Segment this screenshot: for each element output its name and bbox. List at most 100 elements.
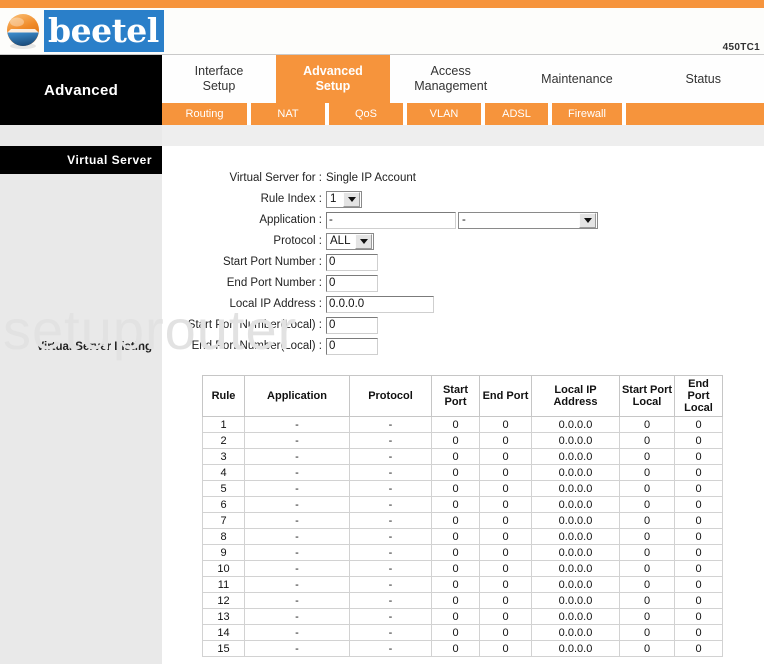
cell-start-port-local: 0 xyxy=(619,528,675,545)
table-header-row: Rule Application Protocol Start Port End… xyxy=(202,375,723,417)
cell-end-port-local: 0 xyxy=(674,624,723,641)
table-row: 10- -0 0 0.0.0.0 0 0 xyxy=(202,560,723,577)
tab-interface-setup[interactable]: Interface Setup xyxy=(162,55,276,103)
cell-local-ip: 0.0.0.0 xyxy=(531,464,620,481)
cell-start-port: 0 xyxy=(431,640,480,657)
end-port-local-input[interactable] xyxy=(326,337,378,355)
cell-rule: 13 xyxy=(202,608,245,625)
cell-start-port-local: 0 xyxy=(619,448,675,465)
cell-start-port-local: 0 xyxy=(619,560,675,577)
cell-rule: 8 xyxy=(202,528,245,545)
cell-protocol: - xyxy=(349,576,432,593)
column-header-application: Application xyxy=(244,375,350,417)
cell-rule: 15 xyxy=(202,640,245,657)
cell-end-port: 0 xyxy=(479,624,532,641)
cell-end-port-local: 0 xyxy=(674,608,723,625)
label-start-port-local: Start Port Number(Local) : xyxy=(187,319,322,331)
column-header-end-port-local: End Port Local xyxy=(674,375,723,417)
cell-local-ip: 0.0.0.0 xyxy=(531,640,620,657)
table-row: 7- -0 0 0.0.0.0 0 0 xyxy=(202,512,723,529)
protocol-value: ALL xyxy=(330,235,351,247)
cell-protocol: - xyxy=(349,432,432,449)
cell-local-ip: 0.0.0.0 xyxy=(531,416,620,433)
end-port-input[interactable] xyxy=(326,274,378,292)
tab-status[interactable]: Status xyxy=(642,55,764,103)
subtab-adsl[interactable]: ADSL xyxy=(485,103,548,125)
table-row: 1- -0 0 0.0.0.0 0 0 xyxy=(202,416,723,433)
cell-application: - xyxy=(244,416,350,433)
row-end-port: End Port Number : xyxy=(162,273,764,293)
cell-rule: 6 xyxy=(202,496,245,513)
cell-application: - xyxy=(244,464,350,481)
cell-protocol: - xyxy=(349,528,432,545)
virtual-server-form: Virtual Server for : Single IP Account R… xyxy=(162,146,764,356)
subtab-vlan[interactable]: VLAN xyxy=(407,103,481,125)
brand-name-text: beetel xyxy=(48,11,159,50)
main-navigation: Advanced Interface Setup Advanced Setup … xyxy=(0,55,764,125)
application-select[interactable]: - xyxy=(458,211,598,229)
tab-access-management-line1: Access xyxy=(430,64,471,78)
cell-application: - xyxy=(244,496,350,513)
cell-rule: 14 xyxy=(202,624,245,641)
cell-end-port: 0 xyxy=(479,592,532,609)
local-ip-input[interactable] xyxy=(326,295,434,313)
cell-protocol: - xyxy=(349,544,432,561)
cell-rule: 5 xyxy=(202,480,245,497)
virtual-server-listing-label: Virtual Server Listing xyxy=(36,341,152,353)
start-port-input[interactable] xyxy=(326,253,378,271)
chevron-down-icon xyxy=(579,212,596,228)
cell-protocol: - xyxy=(349,416,432,433)
subtab-qos[interactable]: QoS xyxy=(329,103,403,125)
cell-local-ip: 0.0.0.0 xyxy=(531,432,620,449)
tab-advanced-setup[interactable]: Advanced Setup xyxy=(275,55,390,103)
row-protocol: Protocol : ALL xyxy=(162,231,764,251)
subtab-nat[interactable]: NAT xyxy=(251,103,325,125)
row-local-ip: Local IP Address : xyxy=(162,294,764,314)
cell-protocol: - xyxy=(349,624,432,641)
cell-end-port: 0 xyxy=(479,560,532,577)
cell-start-port: 0 xyxy=(431,512,480,529)
cell-end-port: 0 xyxy=(479,528,532,545)
protocol-select[interactable]: ALL xyxy=(326,232,374,250)
brand-logo: beetel xyxy=(2,9,164,53)
table-row: 4- -0 0 0.0.0.0 0 0 xyxy=(202,464,723,481)
sidebar-panel: Virtual Server Virtual Server Listing xyxy=(0,146,162,664)
cell-application: - xyxy=(244,448,350,465)
tab-advanced-setup-line1: Advanced xyxy=(303,64,363,78)
subtab-firewall[interactable]: Firewall xyxy=(552,103,622,125)
table-row: 14- -0 0 0.0.0.0 0 0 xyxy=(202,624,723,641)
rule-index-select[interactable]: 1 xyxy=(326,190,362,208)
cell-local-ip: 0.0.0.0 xyxy=(531,496,620,513)
cell-start-port: 0 xyxy=(431,624,480,641)
cell-start-port-local: 0 xyxy=(619,592,675,609)
tab-access-management[interactable]: Access Management xyxy=(390,55,512,103)
body-top-spacer xyxy=(0,125,764,147)
cell-rule: 11 xyxy=(202,576,245,593)
table-row: 12- -0 0 0.0.0.0 0 0 xyxy=(202,592,723,609)
subtab-routing[interactable]: Routing xyxy=(162,103,247,125)
cell-rule: 9 xyxy=(202,544,245,561)
cell-local-ip: 0.0.0.0 xyxy=(531,448,620,465)
rule-index-value: 1 xyxy=(330,193,337,205)
cell-rule: 7 xyxy=(202,512,245,529)
tab-maintenance[interactable]: Maintenance xyxy=(511,55,642,103)
chevron-down-icon xyxy=(343,191,360,207)
cell-rule: 2 xyxy=(202,432,245,449)
cell-start-port: 0 xyxy=(431,608,480,625)
cell-local-ip: 0.0.0.0 xyxy=(531,544,620,561)
cell-rule: 4 xyxy=(202,464,245,481)
cell-start-port: 0 xyxy=(431,480,480,497)
tab-maintenance-label: Maintenance xyxy=(541,71,613,86)
cell-local-ip: 0.0.0.0 xyxy=(531,512,620,529)
column-header-protocol: Protocol xyxy=(349,375,432,417)
top-accent-strip xyxy=(0,0,764,8)
cell-protocol: - xyxy=(349,480,432,497)
cell-end-port-local: 0 xyxy=(674,432,723,449)
cell-end-port-local: 0 xyxy=(674,592,723,609)
table-row: 5- -0 0 0.0.0.0 0 0 xyxy=(202,480,723,497)
cell-protocol: - xyxy=(349,512,432,529)
start-port-local-input[interactable] xyxy=(326,316,378,334)
cell-end-port-local: 0 xyxy=(674,560,723,577)
application-input[interactable] xyxy=(326,211,456,229)
cell-end-port: 0 xyxy=(479,640,532,657)
